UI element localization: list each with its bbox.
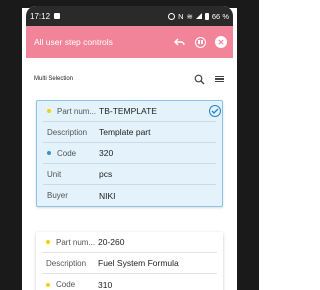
pause-button[interactable]: [195, 36, 206, 48]
field-value: TB-TEMPLATE: [99, 106, 157, 116]
field-value: Fuel System Formula: [98, 258, 179, 268]
multi-selection-label: Multi Selection: [34, 76, 74, 82]
field-row: Description Template part: [43, 122, 216, 143]
phone-screen: 17:12 N ≋ 66 % All user step controls ✕ …: [26, 6, 233, 290]
status-time: 17:12: [30, 11, 51, 21]
close-icon: ✕: [217, 37, 225, 47]
field-label: Code: [56, 280, 76, 289]
field-row: Part num... 20-260: [42, 232, 217, 253]
phone-frame-left: [0, 0, 22, 290]
menu-button[interactable]: [214, 74, 225, 85]
field-row: Description Fuel System Formula: [42, 253, 217, 274]
field-label: Unit: [47, 169, 62, 179]
field-value: Template part: [99, 127, 151, 137]
field-label: Description: [46, 258, 87, 268]
field-value: 320: [99, 148, 114, 158]
close-button[interactable]: ✕: [215, 36, 227, 48]
search-button[interactable]: [194, 74, 205, 85]
selection-toolbar: Multi Selection: [26, 64, 233, 94]
signal-icon: [195, 13, 202, 19]
field-row: Code 320: [43, 143, 216, 164]
nfc-icon: N: [178, 11, 184, 21]
list-item[interactable]: Part num... 20-260 Description Fuel Syst…: [36, 232, 223, 290]
field-label: Part num...: [56, 237, 96, 247]
field-value: 20-260: [98, 237, 125, 247]
phone-frame-right: [237, 0, 259, 290]
battery-icon: [204, 12, 209, 20]
menu-icon: [215, 75, 224, 83]
field-label: Description: [47, 127, 88, 137]
field-value: NIKI: [99, 190, 116, 201]
field-value: 310: [98, 279, 113, 290]
search-icon: [194, 74, 205, 84]
field-value: pcs: [99, 169, 113, 179]
undo-icon: [174, 38, 185, 46]
field-label: Buyer: [47, 191, 68, 200]
app-title: All user step controls: [34, 37, 113, 47]
field-row: Buyer NIKI: [43, 185, 216, 206]
field-row: Part num... TB-TEMPLATE: [43, 101, 216, 122]
field-row: Unit pcs: [43, 164, 216, 185]
gallery-notification-icon: [54, 13, 61, 19]
list-item-selected[interactable]: Part num... TB-TEMPLATE Description Temp…: [36, 100, 223, 207]
app-bar: All user step controls ✕: [26, 26, 233, 58]
field-row: Code 310: [42, 274, 217, 290]
field-label: Code: [57, 148, 77, 158]
alarm-icon: [168, 12, 176, 20]
pause-icon: [198, 40, 203, 44]
status-bar: 17:12 N ≋ 66 %: [26, 6, 233, 26]
wifi-icon: ≋: [186, 11, 193, 21]
field-label: Part num...: [57, 106, 97, 116]
battery-percent: 66 %: [211, 11, 229, 21]
undo-button[interactable]: [174, 36, 186, 48]
